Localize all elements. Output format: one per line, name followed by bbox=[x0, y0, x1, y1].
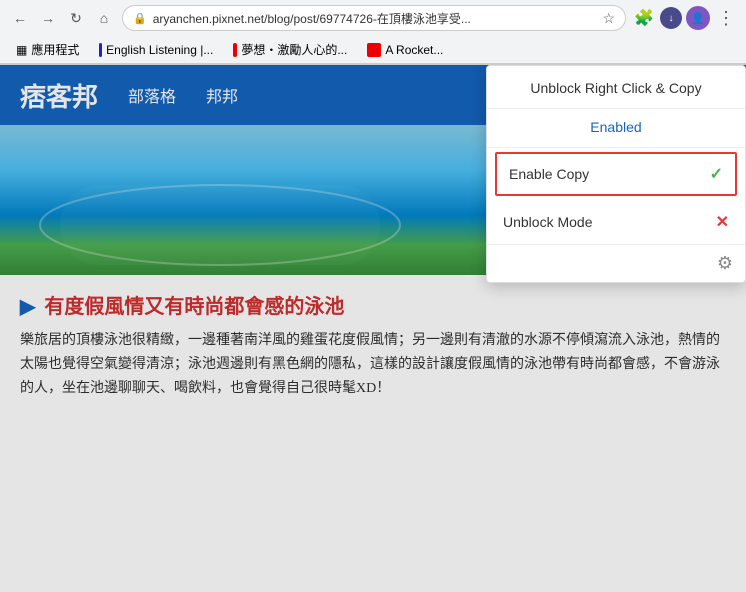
dream-favicon bbox=[233, 43, 237, 57]
article-body: 樂旅居的頂樓泳池很精緻，一邊種著南洋風的雞蛋花度假風情；另一邊則有清澈的水源不停… bbox=[20, 329, 726, 400]
article-title: ▶ 有度假風情又有時尚都會感的泳池 bbox=[20, 290, 726, 319]
unblock-mode-menu-item[interactable]: Unblock Mode ✕ bbox=[487, 200, 745, 245]
english-label: English Listening |... bbox=[106, 43, 213, 57]
rocket-label: A Rocket... bbox=[385, 43, 443, 57]
popup-container: Unblock Right Click & Copy Enabled Enabl… bbox=[486, 65, 746, 283]
reload-button[interactable]: ↻ bbox=[64, 6, 88, 30]
bookmark-dream[interactable]: 夢想・激勵人心的... bbox=[225, 39, 355, 60]
english-favicon bbox=[99, 43, 102, 57]
apps-label: 應用程式 bbox=[31, 41, 79, 58]
download-extension-icon[interactable]: ↓ bbox=[660, 7, 682, 29]
apps-icon: ▦ bbox=[16, 43, 27, 57]
popup-header: Unblock Right Click & Copy bbox=[487, 66, 745, 109]
popup-status: Enabled bbox=[487, 109, 745, 148]
dream-label: 夢想・激勵人心的... bbox=[241, 41, 347, 58]
home-button[interactable]: ⌂ bbox=[92, 6, 116, 30]
article-title-text: 有度假風情又有時尚都會感的泳池 bbox=[44, 296, 344, 318]
nav-item-bang[interactable]: 邦邦 bbox=[206, 83, 238, 107]
toolbar-icons: 🧩 ↓ 👤 ⋮ bbox=[632, 6, 738, 30]
nav-buttons: ← → ↻ ⌂ bbox=[8, 6, 116, 30]
star-icon[interactable]: ☆ bbox=[602, 10, 615, 27]
article-arrow-icon: ▶ bbox=[20, 294, 35, 319]
lock-icon: 🔒 bbox=[133, 12, 147, 25]
enable-copy-check-icon: ✓ bbox=[710, 164, 723, 184]
settings-gear-icon[interactable]: ⚙ bbox=[717, 253, 733, 274]
menu-button[interactable]: ⋮ bbox=[714, 6, 738, 30]
browser-chrome: ← → ↻ ⌂ 🔒 aryanchen.pixnet.net/blog/post… bbox=[0, 0, 746, 65]
back-button[interactable]: ← bbox=[8, 6, 32, 30]
enable-copy-label: Enable Copy bbox=[509, 166, 589, 182]
address-bar-container[interactable]: 🔒 aryanchen.pixnet.net/blog/post/6977472… bbox=[122, 5, 626, 31]
browser-toolbar: ← → ↻ ⌂ 🔒 aryanchen.pixnet.net/blog/post… bbox=[0, 0, 746, 36]
popup-title: Unblock Right Click & Copy bbox=[530, 80, 701, 96]
blog-logo: 痞客邦 bbox=[20, 77, 98, 114]
rocket-favicon bbox=[367, 43, 381, 57]
nav-item-blog[interactable]: 部落格 bbox=[128, 83, 176, 107]
extensions-button[interactable]: 🧩 bbox=[632, 6, 656, 30]
bookmark-english[interactable]: English Listening |... bbox=[91, 41, 221, 59]
bookmark-rocket[interactable]: A Rocket... bbox=[359, 41, 451, 59]
page-content: 痞客邦 部落格 邦邦 🔍 ▶ 有度假風情又有時尚都會感的泳池 樂旅居的頂樓泳池很… bbox=[0, 65, 746, 592]
blog-nav: 部落格 邦邦 bbox=[128, 83, 238, 107]
unblock-mode-x-icon: ✕ bbox=[716, 212, 729, 232]
article-content: ▶ 有度假風情又有時尚都會感的泳池 樂旅居的頂樓泳池很精緻，一邊種著南洋風的雞蛋… bbox=[0, 275, 746, 415]
bookmark-apps[interactable]: ▦ 應用程式 bbox=[8, 39, 87, 60]
forward-button[interactable]: → bbox=[36, 6, 60, 30]
enable-copy-menu-item[interactable]: Enable Copy ✓ bbox=[495, 152, 737, 196]
address-bar-text: aryanchen.pixnet.net/blog/post/69774726-… bbox=[153, 10, 597, 27]
popup-footer: ⚙ bbox=[487, 245, 745, 282]
bookmarks-bar: ▦ 應用程式 English Listening |... 夢想・激勵人心的..… bbox=[0, 36, 746, 64]
profile-icon[interactable]: 👤 bbox=[686, 6, 710, 30]
unblock-mode-label: Unblock Mode bbox=[503, 214, 593, 230]
popup-status-text: Enabled bbox=[590, 119, 641, 135]
